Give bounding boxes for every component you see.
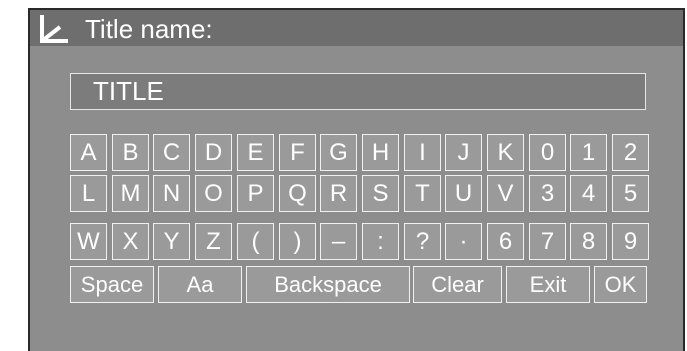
key-2-3[interactable]: Z [195,223,232,260]
key-1-0[interactable]: L [70,175,107,212]
key-0-5[interactable]: F [279,134,316,171]
key-1-5[interactable]: Q [279,175,316,212]
exit-key[interactable]: Exit [506,266,590,303]
title-input-field[interactable]: TITLE [70,73,646,110]
key-0-2[interactable]: C [153,134,190,171]
dialog-title: Title name: [85,14,213,44]
key-2-5[interactable]: ) [279,223,316,260]
key-1-2[interactable]: N [153,175,190,212]
key-2-13[interactable]: 9 [612,223,649,260]
key-0-3[interactable]: D [195,134,232,171]
case-toggle-key[interactable]: Aa [158,266,242,303]
key-0-4[interactable]: E [237,134,274,171]
key-1-9[interactable]: U [445,175,482,212]
clear-key[interactable]: Clear [413,266,502,303]
key-1-4[interactable]: P [237,175,274,212]
key-2-12[interactable]: 8 [570,223,607,260]
key-2-10[interactable]: 6 [487,223,524,260]
backspace-key[interactable]: Backspace [246,266,410,303]
key-1-11[interactable]: 3 [529,175,566,212]
key-0-11[interactable]: 0 [529,134,566,171]
key-0-10[interactable]: K [487,134,524,171]
key-1-6[interactable]: R [320,175,357,212]
dialog-header: Title name: [30,10,683,46]
ok-key[interactable]: OK [594,266,647,303]
title-name-dialog: Title name: TITLE ABCDEFGHIJK012LMNOPQRS… [28,8,685,351]
key-2-11[interactable]: 7 [529,223,566,260]
key-1-3[interactable]: O [195,175,232,212]
key-2-9[interactable]: · [445,223,482,260]
key-0-9[interactable]: J [445,134,482,171]
key-0-8[interactable]: I [404,134,441,171]
key-0-6[interactable]: G [320,134,357,171]
key-1-1[interactable]: M [112,175,149,212]
key-1-7[interactable]: S [362,175,399,212]
key-1-8[interactable]: T [404,175,441,212]
key-2-8[interactable]: ? [404,223,441,260]
key-0-1[interactable]: B [112,134,149,171]
key-1-13[interactable]: 5 [612,175,649,212]
key-2-1[interactable]: X [112,223,149,260]
key-1-12[interactable]: 4 [570,175,607,212]
key-2-0[interactable]: W [70,223,107,260]
key-0-0[interactable]: A [70,134,107,171]
space-key[interactable]: Space [70,266,154,303]
key-0-7[interactable]: H [362,134,399,171]
key-1-10[interactable]: V [487,175,524,212]
key-0-13[interactable]: 2 [612,134,649,171]
return-arrow-icon [40,15,68,43]
key-0-12[interactable]: 1 [570,134,607,171]
key-2-4[interactable]: ( [237,223,274,260]
key-2-6[interactable]: – [320,223,357,260]
key-2-2[interactable]: Y [153,223,190,260]
key-2-7[interactable]: : [362,223,399,260]
